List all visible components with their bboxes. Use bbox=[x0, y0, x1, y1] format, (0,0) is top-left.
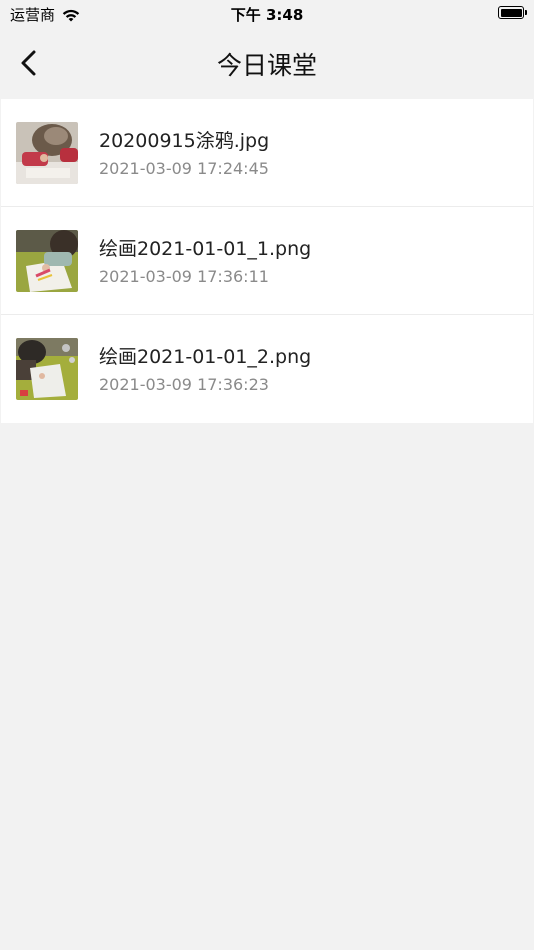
image-thumbnail-icon bbox=[16, 122, 78, 184]
file-list-item[interactable]: 20200915涂鸦.jpg 2021-03-09 17:24:45 bbox=[1, 99, 533, 207]
file-date: 2021-03-09 17:36:11 bbox=[99, 267, 269, 286]
file-date: 2021-03-09 17:36:23 bbox=[99, 375, 269, 394]
file-list: 20200915涂鸦.jpg 2021-03-09 17:24:45 绘画202… bbox=[1, 99, 533, 423]
file-name: 绘画2021-01-01_1.png bbox=[99, 238, 312, 260]
file-name: 绘画2021-01-01_2.png bbox=[99, 346, 312, 368]
battery-level bbox=[500, 8, 522, 17]
image-thumbnail-icon bbox=[16, 338, 78, 400]
image-thumbnail-icon bbox=[16, 230, 78, 292]
file-list-item[interactable]: 绘画2021-01-01_2.png 2021-03-09 17:36:23 bbox=[1, 315, 533, 423]
battery-icon bbox=[498, 6, 527, 19]
navigation-bar: 今日课堂 bbox=[0, 28, 534, 98]
file-name: 20200915涂鸦.jpg bbox=[99, 130, 270, 152]
file-list-item[interactable]: 绘画2021-01-01_1.png 2021-03-09 17:36:11 bbox=[1, 207, 533, 315]
file-date: 2021-03-09 17:24:45 bbox=[99, 159, 269, 178]
app-screen: 运营商 下午 3:48 今日课堂 20200915涂鸦.jpg 2021-03-… bbox=[0, 0, 534, 950]
status-time: 下午 3:48 bbox=[230, 6, 304, 24]
page-title: 今日课堂 bbox=[216, 51, 317, 80]
status-bar: 运营商 下午 3:48 bbox=[0, 0, 534, 28]
